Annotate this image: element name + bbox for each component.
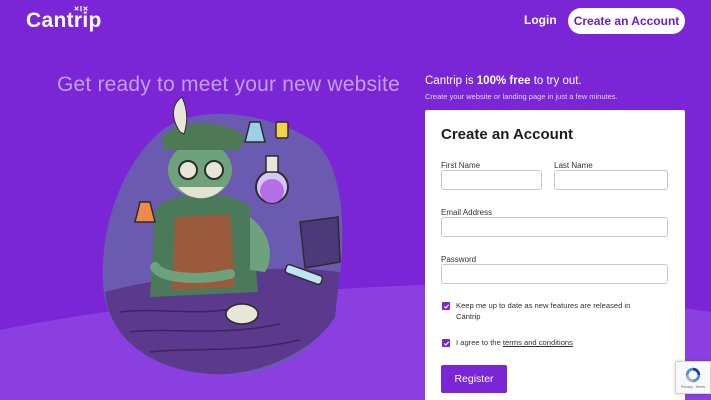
logo-text: Cantrip [26,9,102,32]
logo[interactable]: Cantrip [26,6,102,33]
email-label: Email Address [441,208,493,217]
signup-card: Create an Account First Name Last Name E… [425,110,685,400]
wizard-illustration [102,96,343,375]
checkmark-icon [443,340,449,346]
first-name-label: First Name [441,161,481,170]
form-title: Create an Account [441,126,573,143]
intro-subtitle: Create your website or landing page in j… [425,92,618,101]
intro-highlight: 100% free [476,75,531,87]
terms-checkbox-label: I agree to the terms and conditions [456,338,573,347]
password-label: Password [441,255,477,264]
last-name-label: Last Name [554,161,593,170]
email-input[interactable] [441,217,668,237]
password-input[interactable] [441,264,668,284]
updates-checkbox-label: Keep me up to date as new features are r… [456,301,631,321]
intro-text: Cantrip is 100% free to try out. [425,75,582,87]
updates-checkbox[interactable] [442,302,450,310]
last-name-input[interactable] [554,170,668,190]
login-link[interactable]: Login [524,13,557,27]
terms-checkbox[interactable] [442,339,450,347]
recaptcha-badge[interactable]: Privacy - Terms [675,361,711,394]
register-button[interactable]: Register [441,365,507,393]
create-account-header-button[interactable]: Create an Account [568,8,685,34]
recaptcha-terms[interactable]: Privacy - Terms [681,385,705,389]
recaptcha-icon [685,367,701,383]
terms-link[interactable]: terms and conditions [503,338,573,347]
first-name-input[interactable] [441,170,542,190]
checkmark-icon [443,303,449,309]
sparkle-icon [74,6,88,12]
